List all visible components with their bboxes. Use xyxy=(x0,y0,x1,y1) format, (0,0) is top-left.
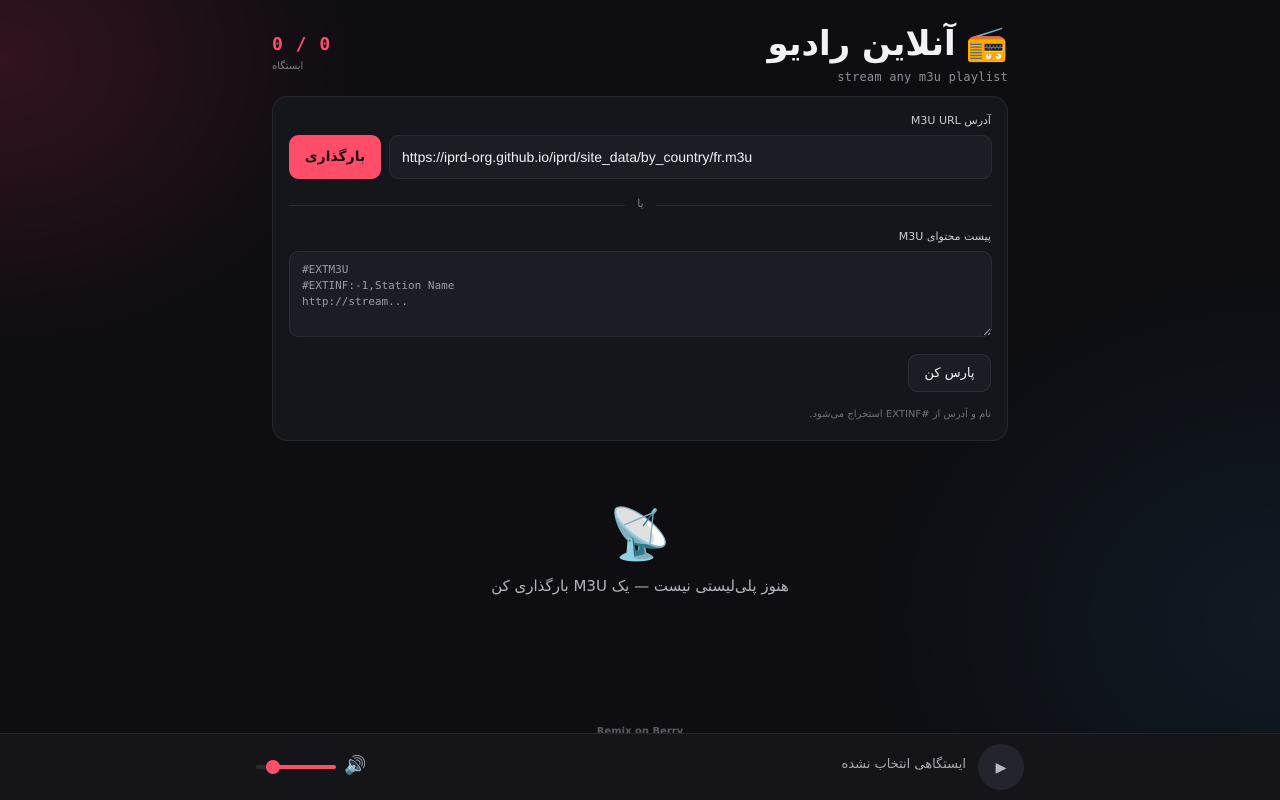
play-icon: ▶ xyxy=(995,758,1007,775)
volume-slider[interactable] xyxy=(256,760,336,774)
m3u-paste-textarea[interactable] xyxy=(289,251,992,337)
satellite-dish-icon: 📡 xyxy=(608,505,672,563)
radio-icon: 📻 xyxy=(965,24,1008,64)
station-count: 0 / 0 xyxy=(272,34,332,55)
parse-button[interactable]: پارس کن xyxy=(908,354,991,392)
player-bar: ▶ ایستگاهی انتخاب نشده 🔊 xyxy=(0,733,1280,800)
paste-label: پیست محتوای M3U xyxy=(898,230,991,243)
title-block: 📻 آنلاین رادیو stream any m3u playlist xyxy=(767,22,1008,84)
url-input[interactable] xyxy=(389,135,992,179)
play-button[interactable]: ▶ xyxy=(978,744,1024,790)
url-row: بارگذاری xyxy=(289,135,992,179)
page-title: 📻 آنلاین رادیو xyxy=(767,22,1008,66)
header: 📻 آنلاین رادیو stream any m3u playlist 0… xyxy=(272,0,1008,96)
station-count-label: ایستگاه xyxy=(272,61,304,72)
empty-state-text: هنوز پلی‌لیستی نیست — یک M3U بارگذاری کن xyxy=(491,577,789,595)
playlist-loader-card: آدرس M3U URL بارگذاری یا پیست محتوای M3U… xyxy=(272,96,1008,441)
or-divider: یا xyxy=(289,197,992,213)
subtitle: stream any m3u playlist xyxy=(837,70,1008,84)
load-button[interactable]: بارگذاری xyxy=(289,135,381,179)
now-playing-text: ایستگاهی انتخاب نشده xyxy=(841,757,966,772)
parse-hint: نام و آدرس از #EXTINF استخراج می‌شود. xyxy=(809,409,991,420)
app-container: 📻 آنلاین رادیو stream any m3u playlist 0… xyxy=(272,0,1008,595)
url-label: آدرس M3U URL xyxy=(910,114,991,127)
station-counter: 0 / 0 ایستگاه xyxy=(272,34,331,72)
volume-thumb[interactable] xyxy=(266,760,280,774)
page-title-text: آنلاین رادیو xyxy=(767,24,956,64)
divider-line xyxy=(656,205,992,206)
volume-icon[interactable]: 🔊 xyxy=(344,755,366,777)
or-text: یا xyxy=(637,197,644,210)
